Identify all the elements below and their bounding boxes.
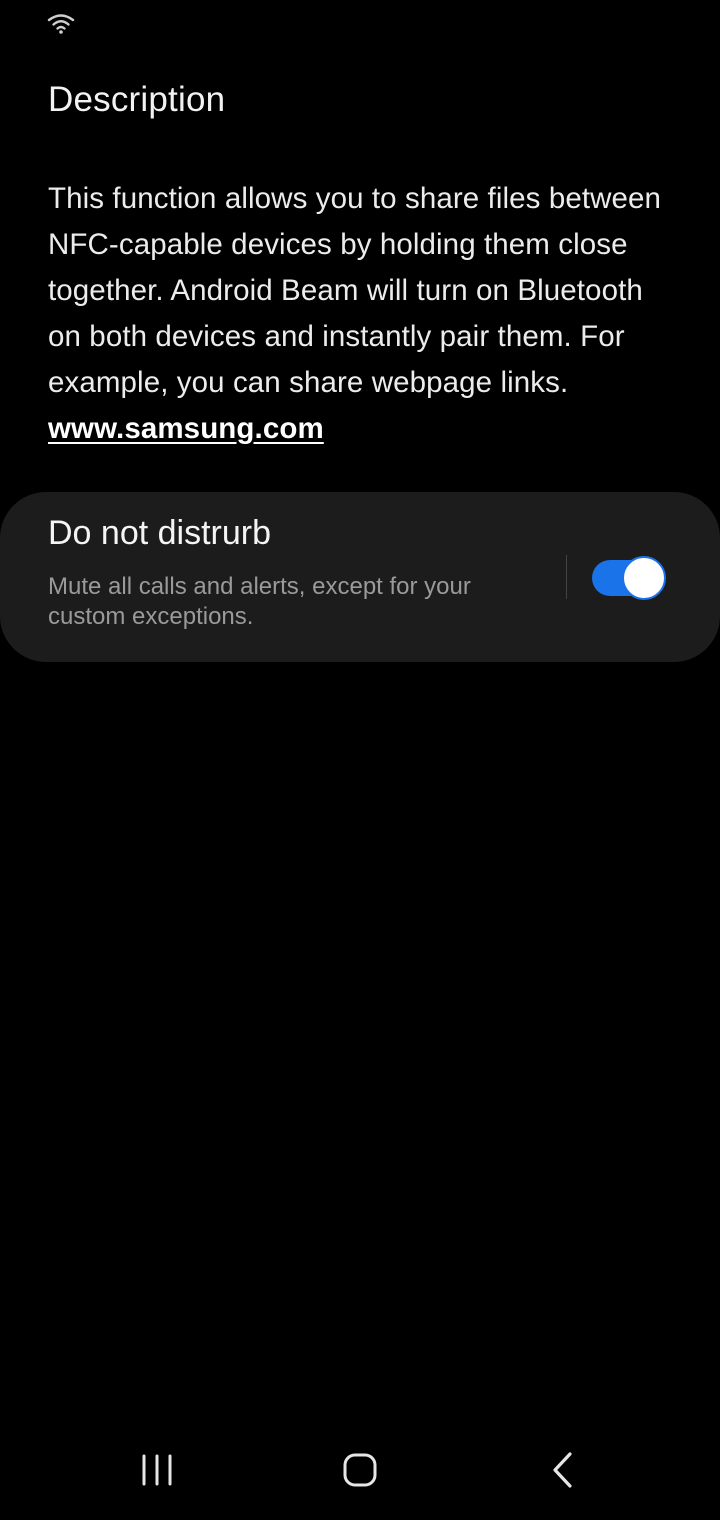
page-title: Description [48, 80, 226, 119]
samsung-link[interactable]: www.samsung.com [48, 412, 324, 445]
toggle-knob [622, 556, 666, 600]
navigation-bar [0, 1420, 720, 1520]
do-not-disturb-title: Do not distrurb [48, 514, 271, 552]
home-button[interactable] [330, 1442, 390, 1498]
do-not-disturb-subtitle: Mute all calls and alerts, except for yo… [48, 573, 471, 630]
wifi-icon [46, 12, 76, 36]
status-bar [0, 0, 720, 44]
description-body: This function allows you to share files … [48, 182, 662, 399]
do-not-disturb-toggle[interactable] [592, 556, 666, 600]
description-text: This function allows you to share files … [48, 176, 678, 452]
back-button[interactable] [534, 1442, 594, 1498]
card-divider [566, 555, 567, 599]
recents-button[interactable] [128, 1442, 188, 1498]
do-not-disturb-card[interactable]: Do not distrurb Mute all calls and alert… [0, 492, 720, 662]
